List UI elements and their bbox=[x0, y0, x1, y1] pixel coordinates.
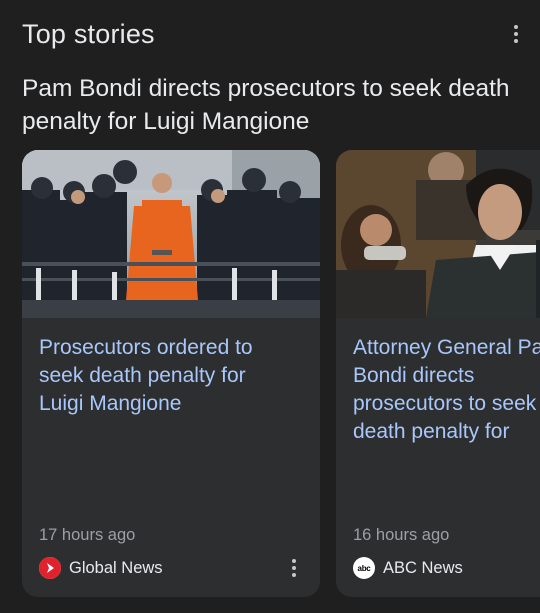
courtroom-photo bbox=[336, 150, 540, 318]
source-name: Global News bbox=[69, 558, 163, 577]
story-source[interactable]: Global News bbox=[39, 555, 163, 581]
title-line: Attorney General Pam bbox=[353, 336, 540, 359]
story-card-title[interactable]: Attorney General Pam Bondi directs prose… bbox=[353, 334, 540, 446]
title-line: Bondi directs bbox=[353, 364, 475, 387]
abc-logo-text: abc bbox=[357, 563, 371, 573]
story-headline[interactable]: Pam Bondi directs prosecutors to seek de… bbox=[22, 72, 512, 138]
global-news-logo-icon bbox=[39, 557, 61, 579]
story-card[interactable]: Attorney General Pam Bondi directs prose… bbox=[336, 150, 540, 597]
section-title: Top stories bbox=[22, 18, 155, 49]
story-thumbnail[interactable] bbox=[22, 150, 320, 318]
perp-walk-photo bbox=[22, 150, 320, 318]
story-time: 16 hours ago bbox=[353, 526, 450, 544]
more-vert-icon bbox=[514, 25, 518, 43]
abc-news-logo-icon: abc bbox=[353, 557, 375, 579]
story-thumbnail[interactable] bbox=[336, 150, 540, 318]
story-card[interactable]: Prosecutors ordered to seek death penalt… bbox=[22, 150, 320, 597]
title-line: seek death penalty for bbox=[39, 364, 246, 387]
title-line: death penalty for bbox=[353, 420, 510, 443]
story-source[interactable]: abc ABC News bbox=[353, 555, 463, 581]
story-time: 17 hours ago bbox=[39, 526, 136, 544]
more-vert-icon bbox=[292, 559, 296, 577]
story-card-title[interactable]: Prosecutors ordered to seek death penalt… bbox=[39, 334, 297, 418]
section-header: Top stories bbox=[22, 14, 524, 54]
stories-carousel: Prosecutors ordered to seek death penalt… bbox=[22, 150, 540, 598]
source-name: ABC News bbox=[383, 558, 463, 577]
top-stories-page: Top stories Pam Bondi directs prosecutor… bbox=[0, 0, 540, 613]
title-line: Luigi Mangione bbox=[39, 392, 182, 415]
card-more-button[interactable] bbox=[284, 555, 304, 581]
title-line: prosecutors to seek bbox=[353, 392, 537, 415]
title-line: Prosecutors ordered to bbox=[39, 336, 253, 359]
section-more-button[interactable] bbox=[502, 16, 530, 52]
